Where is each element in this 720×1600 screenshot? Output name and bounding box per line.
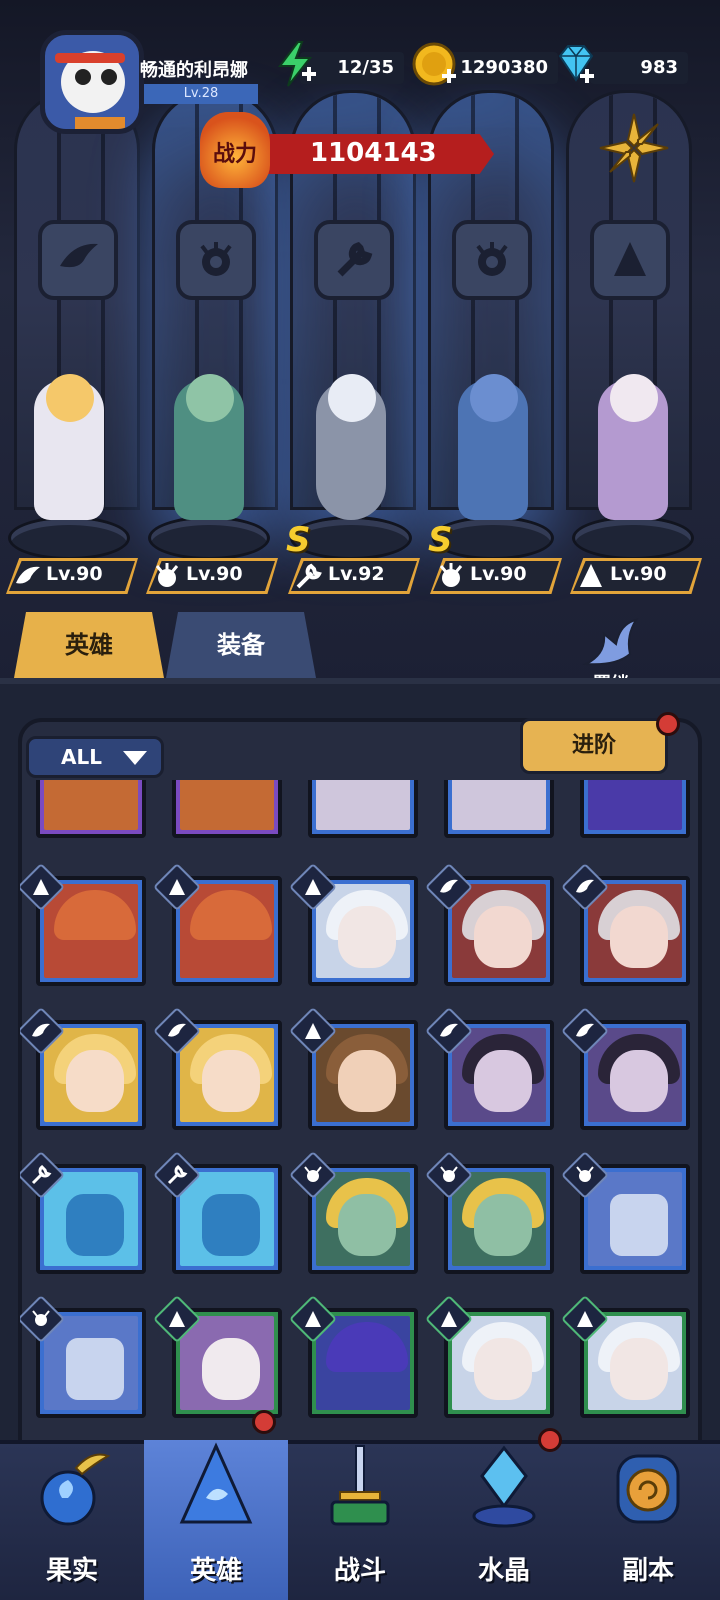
player-level: Lv.28 [144, 84, 258, 104]
dropdown-arrow-icon [123, 751, 147, 765]
fruit-icon [40, 1453, 111, 1526]
wing-emblem-icon [38, 220, 118, 300]
bond-icon [582, 618, 639, 666]
combat-power: 战力 1104143 [200, 112, 500, 192]
player-avatar[interactable] [40, 30, 144, 134]
beast-crest-icon [155, 563, 179, 587]
notification-dot [656, 712, 680, 736]
crystal-icon [472, 1445, 536, 1528]
beast-emblem-icon [176, 220, 256, 300]
gold-coin-plus-icon[interactable] [410, 40, 458, 88]
notification-dot [252, 1410, 276, 1434]
nav-battle[interactable]: 战斗 [288, 1440, 432, 1600]
hero-slot-2[interactable] [144, 360, 274, 560]
hero-card[interactable] [580, 780, 690, 838]
hero-card[interactable] [172, 780, 282, 838]
hero-card-grid [20, 780, 700, 1445]
hero-card[interactable] [308, 780, 418, 838]
energy-plus-icon[interactable] [272, 40, 320, 88]
mage-hat-icon [580, 564, 602, 587]
sword-icon [330, 1445, 390, 1526]
hero-level-1: Lv.90 [6, 558, 138, 594]
hero-card[interactable] [36, 780, 146, 838]
mage-emblem-icon [590, 220, 670, 300]
gem-counter: 983 [590, 52, 688, 84]
hero-level-3: Lv.92 [288, 558, 420, 594]
settings-flower-icon[interactable] [596, 110, 672, 186]
nav-crystal[interactable]: 水晶 [432, 1428, 576, 1600]
notification-dot [538, 1428, 562, 1452]
s-rank-badge: S [286, 520, 311, 560]
s-rank-badge: S [428, 520, 453, 560]
power-label: 战力 [200, 112, 270, 188]
nav-dungeon[interactable]: 副本 [576, 1440, 720, 1600]
wrench-icon [296, 563, 322, 589]
beast-emblem-icon [452, 220, 532, 300]
hero-slot-5[interactable] [568, 360, 698, 560]
player-name: 畅通的利昂娜 [140, 60, 248, 81]
wrench-emblem-icon [314, 220, 394, 300]
advance-button[interactable]: 进阶 [520, 718, 668, 774]
tab-equipment[interactable]: 装备 [166, 612, 316, 678]
hero-slot-1[interactable] [4, 360, 134, 560]
nav-heroes[interactable]: 英雄 [144, 1410, 288, 1600]
hero-level-2: Lv.90 [146, 558, 278, 594]
hero-hat-icon [179, 1442, 253, 1524]
filter-dropdown[interactable]: ALL [26, 736, 164, 778]
tab-heroes[interactable]: 英雄 [14, 612, 164, 678]
gem-plus-icon[interactable] [552, 40, 600, 88]
hero-card[interactable] [444, 780, 554, 838]
nav-fruit[interactable]: 果实 [0, 1440, 144, 1600]
hero-level-5: Lv.90 [570, 558, 702, 594]
power-value: 1104143 [310, 138, 437, 168]
beast-crest-icon [439, 563, 463, 587]
wing-icon [16, 566, 40, 584]
portal-icon [616, 1454, 680, 1524]
hero-level-4: Lv.90 [430, 558, 562, 594]
